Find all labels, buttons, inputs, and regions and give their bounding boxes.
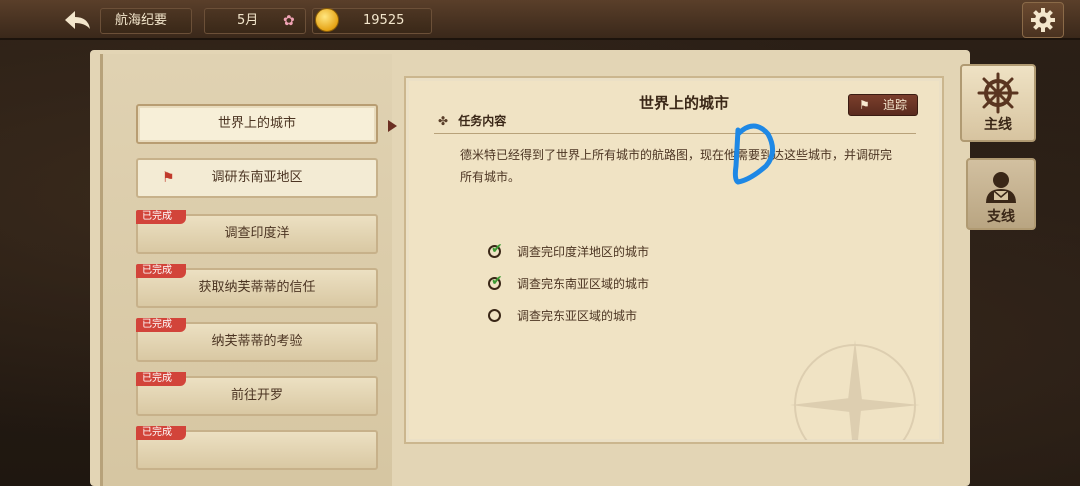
coin-count: 19525 [363,13,405,28]
done-badge: 已完成 [136,210,186,224]
page-title: 航海纪要 [100,8,192,34]
quest-item-label: 世界上的城市 [217,116,296,131]
gear-icon [1031,8,1055,32]
quest-description: 德米特已经得到了世界上所有城市的航路图，现在他需要到达这些城市，并调研完所有城市… [460,148,893,184]
task-label: 调查完东亚区域的城市 [517,309,638,323]
checkbox-checked-icon: ✔ [488,241,503,258]
back-button[interactable] [58,6,98,34]
track-button[interactable]: ⚑ 追踪 [848,94,918,116]
quest-item-label: 调查印度洋 [224,226,290,241]
person-mail-icon [968,168,1034,206]
quest-item-label: 获取纳芙蒂蒂的信任 [198,280,316,295]
pen-scribble-mark [732,123,775,185]
settings-button[interactable] [1022,2,1064,38]
section-heading: ✤ 任务内容 [438,112,506,129]
track-label: 追踪 [882,98,907,112]
tab-main-quest[interactable]: 主线 [960,64,1036,142]
done-badge: 已完成 [136,372,186,386]
task-label: 调查完印度洋地区的城市 [517,245,650,259]
quest-item-active[interactable]: ⚑ 调研东南亚地区 [136,158,378,198]
checkbox-empty-icon [488,309,501,322]
flag-icon: ⚑ [162,170,175,186]
back-arrow-icon [65,11,90,29]
top-bar: 航海纪要 5月 ✿ 19525 [0,0,1080,40]
flag-icon: ⚑ [859,98,870,112]
done-badge: 已完成 [136,426,186,440]
flower-icon: ✿ [283,13,295,29]
tab-side-quest-label: 支线 [987,209,1015,225]
coin-display: 19525 [312,8,432,34]
quest-item-label: 调研东南亚地区 [211,170,303,185]
done-badge: 已完成 [136,318,186,332]
coin-icon [315,8,339,32]
quest-item-label: 前往开罗 [230,388,283,403]
fleur-icon: ✤ [438,114,449,128]
tab-side-quest[interactable]: 支线 [966,158,1036,230]
task-label: 调查完东南亚区域的城市 [517,277,650,291]
month-display: 5月 ✿ [204,8,306,34]
tab-main-quest-label: 主线 [984,117,1012,133]
section-title: 任务内容 [458,114,507,128]
done-badge: 已完成 [136,264,186,278]
divider [434,133,916,134]
checkbox-checked-icon: ✔ [488,273,503,290]
selection-arrow-icon [388,120,397,132]
quest-item-selected[interactable]: 世界上的城市 [136,104,378,144]
quest-item-label: 纳芙蒂蒂的考验 [211,334,303,349]
compass-decoration-icon [790,340,920,440]
ship-wheel-icon [962,72,1034,114]
month-text: 5月 [237,13,259,28]
